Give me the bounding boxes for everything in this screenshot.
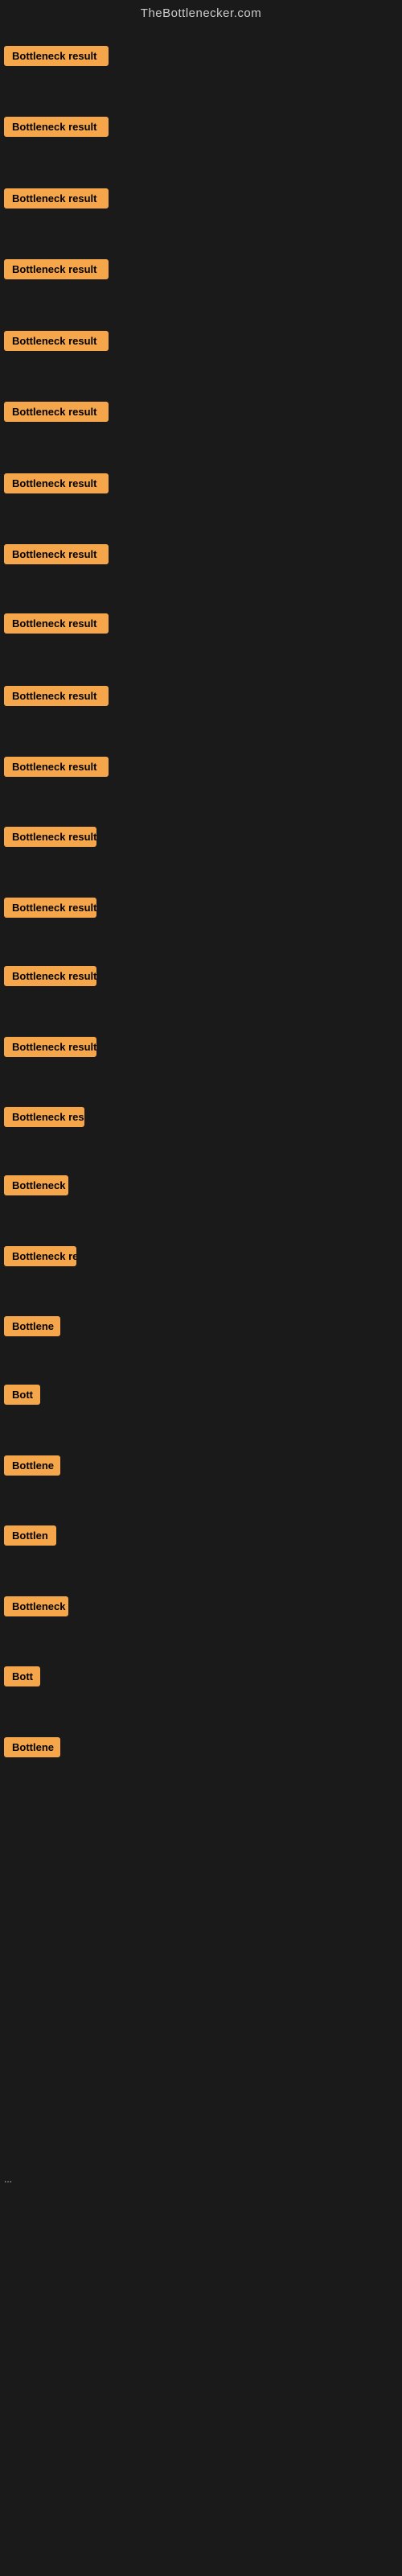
badge-wrapper-12: Bottleneck result [4, 827, 96, 851]
badge-wrapper-25: Bottlene [4, 1737, 60, 1761]
badge-wrapper-20: Bott [4, 1385, 40, 1409]
badge-wrapper-14: Bottleneck result [4, 966, 96, 990]
bottleneck-badge-21[interactable]: Bottlene [4, 1455, 60, 1476]
badge-wrapper-13: Bottleneck result [4, 898, 96, 922]
badge-wrapper-22: Bottlen [4, 1525, 56, 1550]
bottleneck-badge-5[interactable]: Bottleneck result [4, 331, 109, 351]
badge-wrapper-24: Bott [4, 1666, 40, 1690]
bottleneck-badge-23[interactable]: Bottleneck [4, 1596, 68, 1616]
badge-wrapper-6: Bottleneck result [4, 402, 109, 426]
bottleneck-badge-18[interactable]: Bottleneck re [4, 1246, 76, 1266]
bottleneck-badge-11[interactable]: Bottleneck result [4, 757, 109, 777]
badge-wrapper-1: Bottleneck result [4, 46, 109, 70]
badge-wrapper-4: Bottleneck result [4, 259, 109, 283]
bottleneck-badge-25[interactable]: Bottlene [4, 1737, 60, 1757]
badge-wrapper-2: Bottleneck result [4, 117, 109, 141]
badge-wrapper-17: Bottleneck [4, 1175, 68, 1199]
badge-wrapper-11: Bottleneck result [4, 757, 109, 781]
badge-wrapper-23: Bottleneck [4, 1596, 68, 1620]
badge-wrapper-5: Bottleneck result [4, 331, 109, 355]
badge-wrapper-9: Bottleneck result [4, 613, 109, 638]
ellipsis: ... [4, 2174, 12, 2185]
bottleneck-badge-6[interactable]: Bottleneck result [4, 402, 109, 422]
bottleneck-badge-19[interactable]: Bottlene [4, 1316, 60, 1336]
bottleneck-badge-10[interactable]: Bottleneck result [4, 686, 109, 706]
bottleneck-badge-20[interactable]: Bott [4, 1385, 40, 1405]
bottleneck-badge-4[interactable]: Bottleneck result [4, 259, 109, 279]
badge-wrapper-16: Bottleneck res [4, 1107, 84, 1131]
bottleneck-badge-12[interactable]: Bottleneck result [4, 827, 96, 847]
bottleneck-badge-3[interactable]: Bottleneck result [4, 188, 109, 208]
bottleneck-badge-13[interactable]: Bottleneck result [4, 898, 96, 918]
badge-wrapper-18: Bottleneck re [4, 1246, 76, 1270]
badge-wrapper-8: Bottleneck result [4, 544, 109, 568]
site-title: TheBottlenecker.com [0, 0, 402, 30]
badge-wrapper-10: Bottleneck result [4, 686, 109, 710]
badge-wrapper-15: Bottleneck result [4, 1037, 96, 1061]
bottleneck-badge-16[interactable]: Bottleneck res [4, 1107, 84, 1127]
bottleneck-badge-22[interactable]: Bottlen [4, 1525, 56, 1546]
bottleneck-badge-9[interactable]: Bottleneck result [4, 613, 109, 634]
bottleneck-badge-8[interactable]: Bottleneck result [4, 544, 109, 564]
bottleneck-badge-7[interactable]: Bottleneck result [4, 473, 109, 493]
bottleneck-badge-2[interactable]: Bottleneck result [4, 117, 109, 137]
badge-wrapper-7: Bottleneck result [4, 473, 109, 497]
badge-wrapper-19: Bottlene [4, 1316, 60, 1340]
bottleneck-badge-24[interactable]: Bott [4, 1666, 40, 1686]
badge-wrapper-3: Bottleneck result [4, 188, 109, 213]
bottleneck-badge-1[interactable]: Bottleneck result [4, 46, 109, 66]
bottleneck-badge-17[interactable]: Bottleneck [4, 1175, 68, 1195]
bottleneck-badge-14[interactable]: Bottleneck result [4, 966, 96, 986]
badge-wrapper-21: Bottlene [4, 1455, 60, 1480]
bottleneck-badge-15[interactable]: Bottleneck result [4, 1037, 96, 1057]
